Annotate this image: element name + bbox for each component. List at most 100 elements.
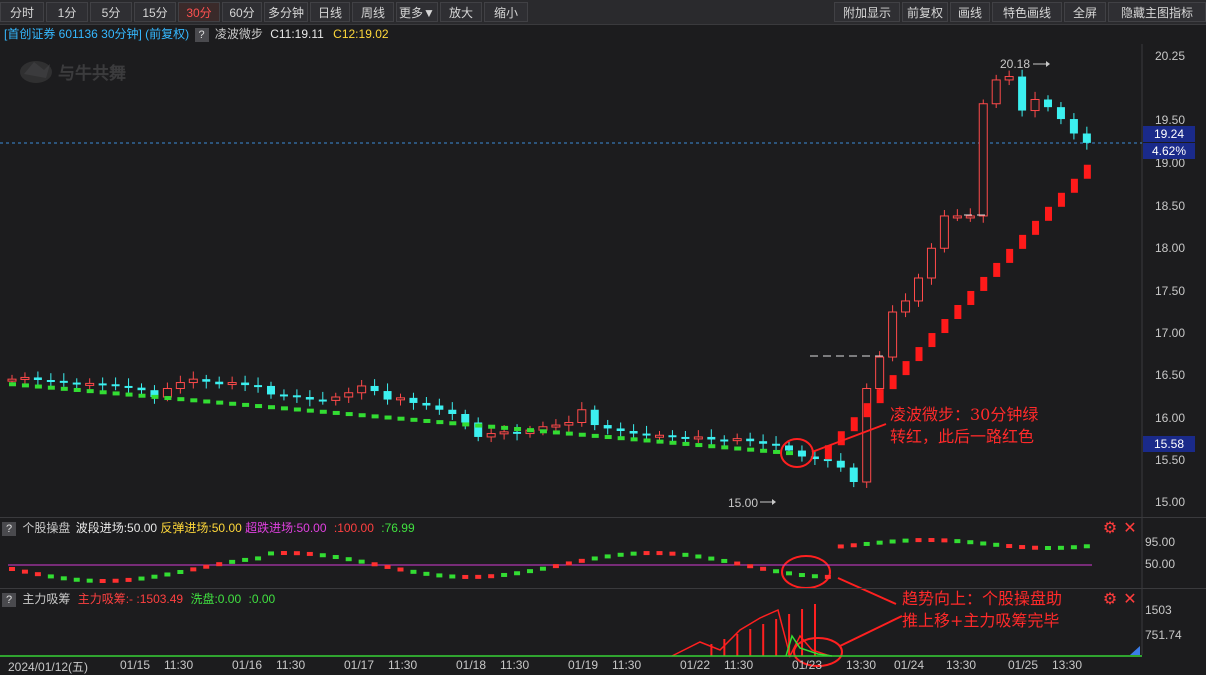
- close-icon[interactable]: ✕: [1122, 592, 1138, 608]
- price-tick: 19.50: [1155, 113, 1186, 127]
- sub1-dot: [915, 538, 922, 543]
- candle-body: [499, 431, 509, 435]
- sub1-dot: [876, 540, 883, 545]
- sub2-help-button[interactable]: ?: [2, 592, 16, 607]
- sub1-dot: [1057, 545, 1064, 550]
- trend-red-mark: [1006, 248, 1014, 263]
- trend-red-mark: [915, 347, 923, 362]
- sub1-dot: [138, 576, 145, 581]
- sub1-tick: 95.00: [1145, 535, 1176, 549]
- trend-green-mark: [112, 391, 120, 396]
- callout-pointer-2: [837, 577, 897, 605]
- candle-body: [98, 383, 107, 386]
- sub1-dot: [1019, 545, 1026, 550]
- sub1-dot: [319, 553, 326, 558]
- sub1-dot: [695, 554, 702, 559]
- trend-green-mark: [552, 430, 560, 435]
- candle-body: [188, 378, 198, 384]
- trend-red-mark: [1032, 220, 1040, 235]
- sub1-dot: [34, 572, 41, 577]
- sub1-dot-series: [9, 538, 1090, 583]
- low-price-label: 15.00: [728, 496, 758, 510]
- sub1-dot: [1006, 544, 1013, 549]
- price-tick: 18.00: [1155, 241, 1186, 255]
- trend-red-mark: [993, 262, 1001, 277]
- sub1-dot: [462, 574, 469, 579]
- sub1-dot: [190, 567, 197, 572]
- sub2-param-2: :1503.49: [136, 592, 184, 606]
- callout-text-1: 凌波微步：30分钟绿 转红，此后一路红色: [890, 405, 1039, 446]
- sub1-dot: [293, 551, 300, 556]
- sub1-dot: [656, 551, 663, 556]
- corner-marker-icon: [1130, 646, 1140, 655]
- candle-body: [849, 467, 858, 482]
- sub1-dot: [669, 551, 676, 556]
- trend-green-mark: [203, 399, 211, 404]
- candle-body: [965, 215, 975, 219]
- signal-circle-main: [780, 438, 814, 468]
- sub1-dot: [397, 567, 404, 572]
- trend-green-mark: [539, 429, 547, 434]
- sub2-name[interactable]: 主力吸筹: [22, 592, 70, 606]
- sub1-dot: [928, 538, 935, 543]
- sub1-dot: [604, 554, 611, 559]
- sub1-dot: [863, 541, 870, 546]
- trend-green-mark: [501, 425, 509, 430]
- time-tick: 13:30: [1052, 658, 1083, 672]
- price-tick: 20.25: [1155, 49, 1186, 63]
- sub1-dot: [565, 561, 572, 566]
- sub1-param-3: 超跌进场:50.00: [245, 521, 327, 535]
- trend-green-mark: [721, 445, 729, 450]
- sub1-help-button[interactable]: ?: [2, 521, 16, 536]
- candle-body: [33, 377, 42, 380]
- candle-body: [279, 394, 288, 397]
- candle-body: [836, 460, 845, 468]
- time-tick: 11:30: [388, 658, 418, 672]
- trend-red-mark: [941, 319, 949, 334]
- trend-red-mark: [876, 389, 884, 404]
- trend-green-mark: [99, 390, 107, 395]
- candle-body: [616, 428, 625, 431]
- time-tick: 11:30: [724, 658, 754, 672]
- sub1-dot: [1083, 544, 1090, 549]
- candle-body: [759, 441, 768, 444]
- sub1-dot: [410, 569, 417, 574]
- callout-pointer-1: [811, 423, 887, 453]
- trend-green-mark: [488, 424, 496, 429]
- candle-body: [162, 388, 172, 398]
- current-price-badge: 19.24: [1143, 126, 1195, 142]
- trend-green-mark: [397, 416, 405, 421]
- sub1-dot: [773, 569, 780, 574]
- sub1-dot: [449, 574, 456, 579]
- candle-body: [655, 434, 664, 438]
- trend-green-mark: [617, 436, 625, 441]
- candle-body: [914, 277, 923, 302]
- gear-icon[interactable]: ⚙: [1102, 521, 1118, 537]
- sub1-dot: [423, 571, 430, 576]
- change-pct-badge: 4.62%: [1143, 143, 1195, 159]
- sub1-name[interactable]: 个股操盘: [22, 521, 70, 535]
- sub1-dot: [216, 562, 223, 567]
- trend-green-mark: [306, 408, 314, 413]
- sub1-param-2: 反弹进场:50.00: [160, 521, 242, 535]
- sub1-dot: [967, 540, 974, 545]
- candle-body: [862, 388, 872, 483]
- sub1-dot: [734, 561, 741, 566]
- sub1-dot: [552, 564, 559, 569]
- sub1-dot: [798, 573, 805, 578]
- time-tick: 01/23: [792, 658, 823, 672]
- gear-icon[interactable]: ⚙: [1102, 592, 1118, 608]
- sub1-dot: [1045, 545, 1051, 550]
- trend-green-mark: [773, 449, 781, 454]
- callout-text-2: 趋势向上：个股操盘助 推上移+主力吸筹完毕: [902, 589, 1063, 630]
- candle-body: [513, 431, 522, 434]
- candle-body: [888, 311, 898, 358]
- candle-body: [1018, 76, 1027, 111]
- price-tick: 15.00: [1155, 495, 1186, 509]
- candle-body: [772, 443, 781, 446]
- trend-green-mark: [216, 400, 224, 405]
- candle-body: [1004, 76, 1014, 81]
- trend-green-mark: [384, 415, 392, 420]
- close-icon[interactable]: ✕: [1122, 521, 1138, 537]
- trend-green-mark: [436, 420, 444, 425]
